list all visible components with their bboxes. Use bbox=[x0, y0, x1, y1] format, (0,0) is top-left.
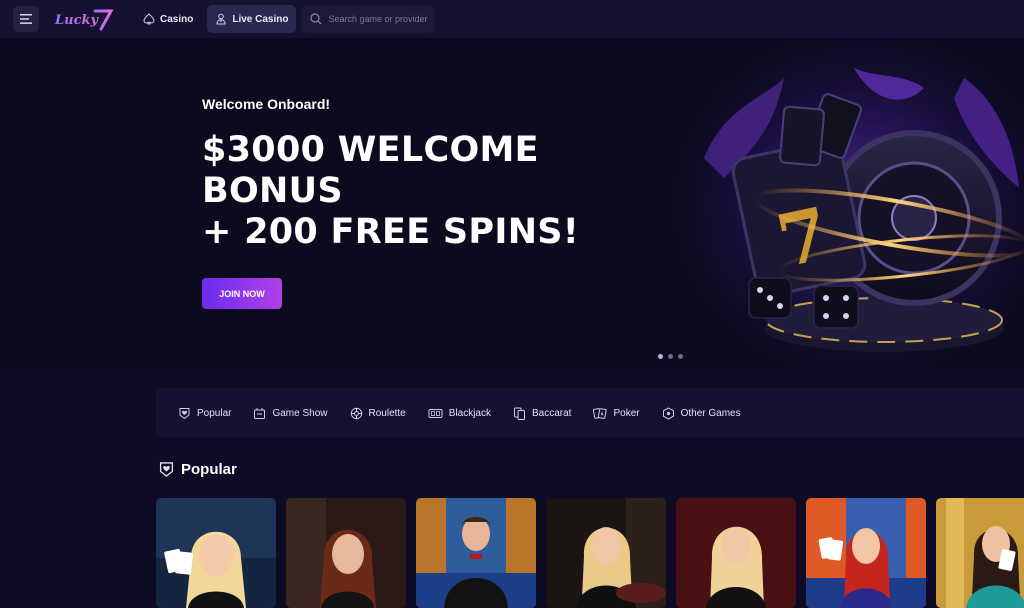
heart-shield-icon bbox=[159, 462, 174, 477]
roulette-slot-illustration: 7 bbox=[664, 38, 1024, 370]
logo[interactable]: Lucky bbox=[53, 5, 117, 33]
game-card[interactable] bbox=[416, 498, 536, 608]
join-now-button[interactable]: JOIN NOW bbox=[202, 278, 282, 309]
category-label: Poker bbox=[613, 407, 640, 419]
game-thumbnail bbox=[416, 498, 536, 608]
game-thumbnail bbox=[286, 498, 406, 608]
game-show-icon bbox=[254, 407, 266, 419]
top-bar: Lucky Casino Live Casino bbox=[0, 0, 1024, 38]
category-popular[interactable]: Popular bbox=[178, 407, 231, 420]
category-blackjack[interactable]: Blackjack bbox=[428, 407, 491, 420]
category-label: Popular bbox=[197, 407, 232, 419]
section-title-popular: Popular bbox=[158, 461, 237, 478]
game-card[interactable] bbox=[806, 498, 926, 608]
hero-title-line: + 200 FREE SPINS! bbox=[202, 212, 580, 252]
hero-title: $3000 WELCOME BONUS + 200 FREE SPINS! bbox=[202, 130, 622, 253]
game-card[interactable] bbox=[156, 498, 276, 608]
game-thumbnail bbox=[546, 498, 666, 608]
category-label: Other Games bbox=[680, 407, 741, 419]
lucky7-logo: Lucky bbox=[54, 9, 114, 31]
category-bar: Popular Game Show Roulette Blackjack Bac… bbox=[156, 388, 1024, 438]
roulette-icon bbox=[350, 407, 362, 419]
poker-icon bbox=[593, 407, 608, 419]
carousel-dots bbox=[658, 354, 683, 359]
hero-title-line: BONUS bbox=[202, 171, 343, 211]
search-input[interactable] bbox=[328, 14, 434, 24]
section-title-label: Popular bbox=[181, 461, 237, 478]
dealer-icon bbox=[216, 13, 226, 25]
hero-banner: 7 Welcome Onboard! $3000 WELCOME BONUS +… bbox=[0, 38, 1024, 370]
carousel-dot[interactable] bbox=[678, 354, 683, 359]
category-label: Roulette bbox=[368, 407, 406, 419]
blackjack-icon bbox=[428, 408, 443, 418]
category-baccarat[interactable]: Baccarat bbox=[513, 407, 571, 420]
menu-button[interactable] bbox=[13, 6, 39, 32]
game-card[interactable] bbox=[286, 498, 406, 608]
category-poker[interactable]: Poker bbox=[593, 407, 640, 420]
other-games-icon bbox=[662, 406, 674, 420]
game-thumbnail bbox=[936, 498, 1024, 608]
carousel-dot[interactable] bbox=[668, 354, 673, 359]
category-label: Blackjack bbox=[448, 407, 491, 419]
search-box[interactable] bbox=[302, 5, 435, 33]
nav-casino-label: Casino bbox=[160, 13, 194, 25]
game-thumbnail bbox=[676, 498, 796, 608]
nav-live-casino-label: Live Casino bbox=[232, 13, 289, 25]
game-thumbnail bbox=[806, 498, 926, 608]
hero-title-line: $3000 WELCOME bbox=[202, 130, 539, 170]
game-card[interactable] bbox=[936, 498, 1024, 608]
nav-live-casino[interactable]: Live Casino bbox=[207, 5, 297, 33]
nav-casino[interactable]: Casino bbox=[135, 5, 201, 33]
category-label: Baccarat bbox=[532, 407, 572, 419]
category-other-games[interactable]: Other Games bbox=[662, 406, 741, 420]
category-roulette[interactable]: Roulette bbox=[350, 407, 406, 420]
carousel-dot[interactable] bbox=[658, 354, 663, 359]
search-icon bbox=[310, 13, 322, 25]
spade-icon bbox=[143, 13, 155, 25]
category-game-show[interactable]: Game Show bbox=[253, 407, 328, 420]
svg-text:Lucky: Lucky bbox=[54, 13, 100, 28]
game-card[interactable] bbox=[546, 498, 666, 608]
game-card[interactable] bbox=[676, 498, 796, 608]
hamburger-icon bbox=[20, 14, 32, 24]
game-thumbnail bbox=[156, 498, 276, 608]
category-label: Game Show bbox=[272, 407, 328, 419]
popular-games-row bbox=[156, 498, 1024, 608]
hero-kicker: Welcome Onboard! bbox=[202, 96, 331, 112]
baccarat-icon bbox=[514, 407, 525, 420]
heart-shield-icon bbox=[179, 407, 190, 419]
